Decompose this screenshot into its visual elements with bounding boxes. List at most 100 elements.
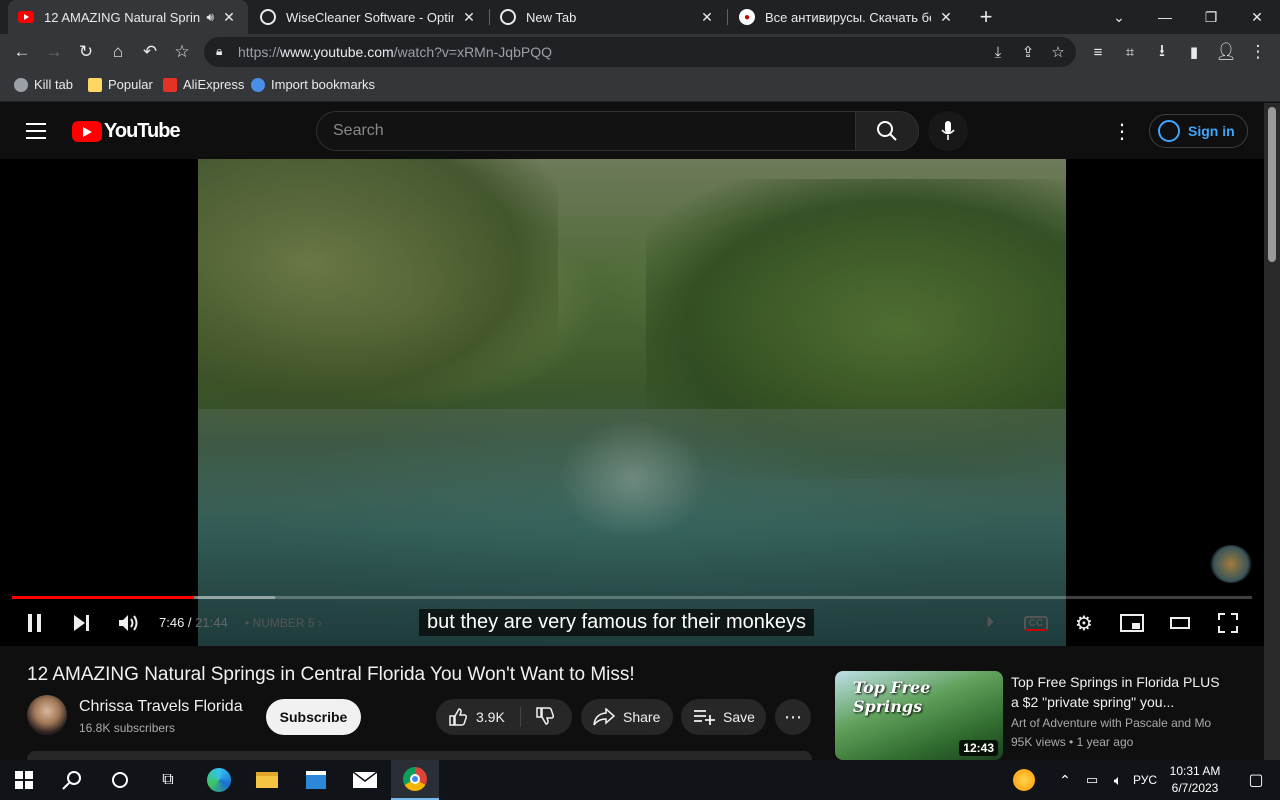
progress-played xyxy=(12,596,195,599)
related-metadata: 95K views • 1 year ago xyxy=(1011,735,1134,749)
tab-search-icon[interactable]: ⌄ xyxy=(1096,0,1142,34)
sign-in-button[interactable]: Sign in xyxy=(1149,114,1248,148)
speaker-muted-icon[interactable]: 🔈︎ xyxy=(1104,760,1132,800)
file-explorer-icon[interactable] xyxy=(243,760,291,800)
clock-date: 6/7/2023 xyxy=(1171,781,1219,795)
back-icon[interactable]: ← xyxy=(8,38,36,66)
pause-icon[interactable] xyxy=(17,609,53,637)
side-panel-icon[interactable]: ▮ xyxy=(1180,38,1208,66)
volume-icon[interactable] xyxy=(111,609,147,637)
close-tab-icon[interactable]: ✕ xyxy=(220,9,238,26)
cortana-icon[interactable] xyxy=(96,760,144,800)
star-icon[interactable]: ☆ xyxy=(1044,38,1072,66)
language-indicator[interactable]: РУС xyxy=(1133,773,1157,787)
video-player[interactable]: 7:46 / 21:44 • NUMBER 5 › but they are v… xyxy=(0,159,1264,646)
install-icon[interactable]: ⤓ xyxy=(984,38,1012,66)
theater-mode-icon[interactable] xyxy=(1162,609,1198,637)
edge-icon[interactable] xyxy=(195,760,243,800)
scrollbar-thumb[interactable] xyxy=(1268,107,1276,262)
related-video-thumbnail[interactable]: Top Free Springs 12:43 xyxy=(835,671,1003,760)
undo-icon[interactable]: ↶ xyxy=(136,38,164,66)
reload-icon[interactable]: ↻ xyxy=(72,38,100,66)
close-tab-icon[interactable]: ✕ xyxy=(937,9,955,26)
tab-separator xyxy=(727,9,728,25)
chrome-icon[interactable] xyxy=(391,760,439,800)
voice-search-button[interactable] xyxy=(928,111,968,151)
bookmark-star-icon[interactable]: ☆ xyxy=(168,38,196,66)
mail-icon[interactable] xyxy=(341,760,389,800)
close-tab-icon[interactable]: ✕ xyxy=(460,9,478,26)
menu-kebab-icon[interactable]: ⋮ xyxy=(1244,38,1272,66)
notifications-icon[interactable]: ▢ xyxy=(1232,760,1280,800)
bookmark-aliexpress[interactable]: AliExpress xyxy=(163,77,244,92)
share-button[interactable]: Share xyxy=(581,699,673,735)
bookmark-kill-tab[interactable]: Kill tab xyxy=(14,77,73,92)
browser-toolbar: ← → ↻ ⌂ ↶ ☆ 🔒︎ https://www.youtube.com/w… xyxy=(0,34,1280,70)
more-actions-button[interactable]: ⋯ xyxy=(775,699,811,735)
tab-antivirus[interactable]: ● Все антивирусы. Скачать бесплатно ✕ xyxy=(729,0,965,34)
next-video-icon[interactable] xyxy=(64,609,100,637)
video-frame[interactable] xyxy=(198,159,1066,646)
url-text[interactable]: https://www.youtube.com/watch?v=xRMn-Jqb… xyxy=(238,44,552,60)
related-video-title[interactable]: Top Free Springs in Florida PLUS a $2 "p… xyxy=(1011,672,1226,712)
lock-icon[interactable]: 🔒︎ xyxy=(216,44,222,59)
search-button[interactable] xyxy=(855,111,919,151)
forward-icon[interactable]: → xyxy=(40,38,68,66)
hamburger-menu-icon[interactable] xyxy=(26,121,46,141)
progress-bar[interactable] xyxy=(12,596,1252,599)
home-icon[interactable]: ⌂ xyxy=(104,38,132,66)
taskbar-search-icon[interactable] xyxy=(48,760,96,800)
close-window-button[interactable]: ✕ xyxy=(1234,0,1280,34)
download-icon[interactable]: ⭳ xyxy=(1148,38,1176,66)
video-details: 12 AMAZING Natural Springs in Central Fl… xyxy=(0,646,1264,760)
tab-wisecleaner[interactable]: WiseCleaner Software - Optimize ✕ xyxy=(250,0,488,34)
like-button[interactable]: 3.9K xyxy=(436,707,521,727)
address-bar[interactable]: 🔒︎ https://www.youtube.com/watch?v=xRMn-… xyxy=(204,37,1076,67)
windows-start-icon[interactable] xyxy=(0,760,48,800)
tab-new-tab[interactable]: New Tab ✕ xyxy=(490,0,726,34)
media-queue-icon[interactable]: ≡ xyxy=(1084,38,1112,66)
channel-watermark[interactable] xyxy=(1210,545,1252,583)
page-scrollbar[interactable] xyxy=(1264,103,1280,760)
new-tab-button[interactable]: + xyxy=(964,0,1008,34)
clock[interactable]: 10:31 AM 6/7/2023 xyxy=(1166,763,1224,797)
settings-kebab-icon[interactable]: ⋮ xyxy=(1112,119,1132,144)
save-button[interactable]: Save xyxy=(681,699,766,735)
crop-icon[interactable]: ⌗ xyxy=(1116,38,1144,66)
restore-button[interactable]: ❐ xyxy=(1188,0,1234,34)
bookmark-popular[interactable]: Popular xyxy=(88,77,153,92)
globe-icon xyxy=(14,77,28,92)
chapter-title[interactable]: • NUMBER 5 › xyxy=(245,616,322,630)
like-count: 3.9K xyxy=(476,709,505,725)
speaker-icon[interactable]: 🔊︎ xyxy=(206,10,214,25)
close-tab-icon[interactable]: ✕ xyxy=(698,9,716,26)
fullscreen-icon[interactable] xyxy=(1210,609,1246,637)
youtube-logo[interactable]: YouTube xyxy=(72,120,181,143)
tab-youtube[interactable]: 12 AMAZING Natural Springs in Central Fl… xyxy=(8,0,248,34)
profile-icon[interactable]: 👤︎ xyxy=(1212,38,1240,66)
channel-avatar[interactable] xyxy=(27,695,67,735)
bookmarks-bar: Kill tab Popular AliExpress Import bookm… xyxy=(0,70,1280,102)
dislike-button[interactable] xyxy=(521,706,555,729)
description-box[interactable] xyxy=(27,751,812,760)
microphone-icon xyxy=(941,121,955,140)
subtitles-icon[interactable]: CC xyxy=(1018,609,1054,637)
task-view-icon[interactable]: ⧉ xyxy=(144,760,192,800)
miniplayer-icon[interactable] xyxy=(1114,609,1150,637)
chevron-up-icon[interactable]: ⌃ xyxy=(1050,760,1080,800)
search-box[interactable] xyxy=(316,111,856,151)
channel-name[interactable]: Chrissa Travels Florida xyxy=(79,698,243,716)
share-page-icon[interactable]: ⇪ xyxy=(1014,38,1042,66)
related-channel-name[interactable]: Art of Adventure with Pascale and Mo xyxy=(1011,716,1211,730)
globe-icon xyxy=(500,9,516,25)
network-icon[interactable]: ▭ xyxy=(1078,760,1106,800)
gear-icon[interactable]: ⚙︎ xyxy=(1066,609,1102,637)
search-input[interactable] xyxy=(333,122,833,140)
weather-icon[interactable] xyxy=(1000,760,1048,800)
minimize-button[interactable]: — xyxy=(1142,0,1188,34)
like-dislike-group: 3.9K xyxy=(436,699,572,735)
autoplay-toggle-icon[interactable]: ⏵ xyxy=(972,609,1008,637)
bookmark-import[interactable]: Import bookmarks xyxy=(251,77,375,92)
store-icon[interactable] xyxy=(292,760,340,800)
subscribe-button[interactable]: Subscribe xyxy=(266,699,361,735)
